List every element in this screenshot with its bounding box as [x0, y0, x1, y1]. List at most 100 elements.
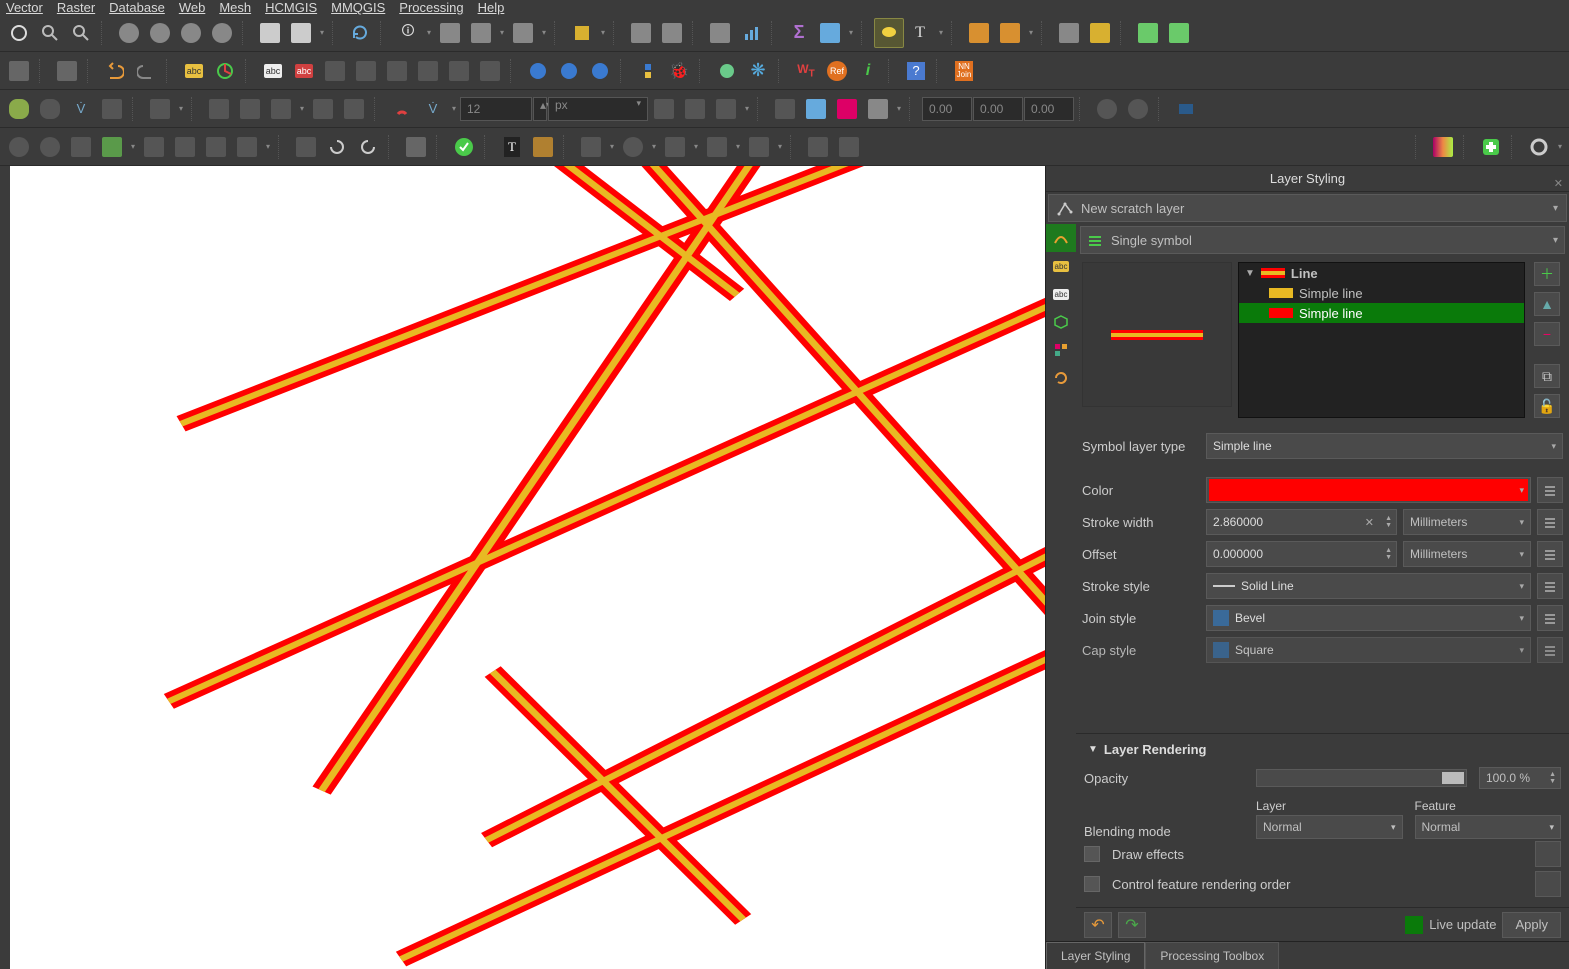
new-3d-icon[interactable]	[286, 18, 316, 48]
diagrams-tab-icon[interactable]	[1046, 336, 1076, 364]
snap-distance-input[interactable]	[460, 97, 532, 121]
r4-icon[interactable]	[97, 132, 127, 162]
tab-processing-toolbox[interactable]: Processing Toolbox	[1145, 942, 1279, 969]
data-defined-button[interactable]	[1537, 509, 1563, 535]
help-icon[interactable]: ?	[901, 56, 931, 86]
data-defined-button[interactable]	[1537, 477, 1563, 503]
r4-icon[interactable]	[803, 132, 833, 162]
menu-mmqgis[interactable]: MMQGIS	[331, 0, 385, 15]
opacity-slider[interactable]	[1256, 769, 1467, 787]
dropdown-icon[interactable]: ▾	[176, 104, 186, 113]
rotate-label-icon[interactable]	[413, 56, 443, 86]
dropdown-icon[interactable]: ▾	[424, 28, 434, 37]
tree-item-simple-line-1[interactable]: Simple line	[1239, 303, 1524, 323]
tab-layer-styling[interactable]: Layer Styling	[1046, 942, 1145, 969]
circle-tool-icon[interactable]	[1524, 132, 1554, 162]
dropdown-icon[interactable]: ▾	[317, 28, 327, 37]
cap-style-select[interactable]: Square▾	[1206, 637, 1531, 663]
add-symbol-layer-button[interactable]: ＋	[1534, 262, 1560, 286]
dropdown-icon[interactable]: ▾	[1026, 28, 1036, 37]
menu-web[interactable]: Web	[179, 0, 206, 15]
r4-icon[interactable]	[170, 132, 200, 162]
zoom-selection-icon[interactable]	[114, 18, 144, 48]
bookmark-show-icon[interactable]	[995, 18, 1025, 48]
zoom-next-icon[interactable]	[207, 18, 237, 48]
r4-icon[interactable]	[232, 132, 262, 162]
select-features-icon[interactable]	[466, 18, 496, 48]
temp-scratch-icon[interactable]	[1054, 18, 1084, 48]
coord-y-input[interactable]	[973, 97, 1023, 121]
paste-icon[interactable]	[52, 56, 82, 86]
dropdown-icon[interactable]: ▾	[1555, 142, 1565, 151]
plugin2-icon[interactable]: ❋	[743, 56, 773, 86]
arc-icon[interactable]	[576, 132, 606, 162]
topo2-icon[interactable]	[680, 94, 710, 124]
r4-icon[interactable]	[834, 132, 864, 162]
trace-icon[interactable]	[770, 94, 800, 124]
first-aid-icon[interactable]	[1476, 132, 1506, 162]
offset-unit-select[interactable]: Millimeters▾	[1403, 541, 1531, 567]
menu-processing[interactable]: Processing	[399, 0, 463, 15]
rotate-ccw-icon[interactable]	[322, 132, 352, 162]
text-t-icon[interactable]: T	[497, 132, 527, 162]
new-project-icon[interactable]	[4, 56, 34, 86]
dropdown-icon[interactable]: ▾	[846, 28, 856, 37]
color-picker[interactable]: ▾	[1206, 477, 1531, 503]
data-defined-button[interactable]	[1537, 637, 1563, 663]
wt-icon[interactable]: WT	[791, 56, 821, 86]
show-label-icon[interactable]	[351, 56, 381, 86]
dropdown-icon[interactable]: ▾	[263, 142, 273, 151]
field-calc-icon[interactable]	[657, 18, 687, 48]
zoom-out-icon[interactable]	[66, 18, 96, 48]
r4-icon[interactable]	[4, 132, 34, 162]
duplicate-button[interactable]: ⧉	[1534, 364, 1560, 388]
tree-root-line[interactable]: ▼ Line	[1239, 263, 1524, 283]
draw-effects-checkbox[interactable]	[1084, 846, 1100, 862]
debug-icon[interactable]: 🐞	[664, 56, 694, 86]
map-canvas[interactable]	[10, 166, 1045, 969]
label-red-icon[interactable]: abc	[289, 56, 319, 86]
bookmark-icon[interactable]	[964, 18, 994, 48]
python-icon[interactable]	[633, 56, 663, 86]
menu-mesh[interactable]: Mesh	[219, 0, 251, 15]
label-white-icon[interactable]: abc	[258, 56, 288, 86]
dropdown-icon[interactable]: ▾	[649, 142, 659, 151]
r4-icon[interactable]	[66, 132, 96, 162]
stroke-width-input[interactable]: 2.860000 ✕ ▲▼	[1206, 509, 1397, 535]
label-toolbar-icon[interactable]	[1133, 18, 1163, 48]
text-annotation-icon[interactable]: T	[905, 18, 935, 48]
r4-icon[interactable]	[528, 132, 558, 162]
3d-tab-icon[interactable]	[1046, 308, 1076, 336]
edit-icon[interactable]	[145, 94, 175, 124]
draw-icon[interactable]	[1085, 18, 1115, 48]
circle-icon[interactable]	[618, 132, 648, 162]
control-order-checkbox[interactable]	[1084, 876, 1100, 892]
history-tab-icon[interactable]	[1046, 364, 1076, 392]
rotate-cw-icon[interactable]	[353, 132, 383, 162]
coord-x-input[interactable]	[922, 97, 972, 121]
ellipse-icon[interactable]	[660, 132, 690, 162]
dropdown-icon[interactable]: ▾	[497, 28, 507, 37]
dropdown-icon[interactable]: ▾	[936, 28, 946, 37]
rect-icon[interactable]	[702, 132, 732, 162]
attributes-icon[interactable]	[626, 18, 656, 48]
map-tips-icon[interactable]	[874, 18, 904, 48]
menu-raster[interactable]: Raster	[57, 0, 95, 15]
digitize-icon[interactable]	[4, 94, 34, 124]
raster-histogram-icon[interactable]	[1428, 132, 1458, 162]
change-label-icon[interactable]	[444, 56, 474, 86]
web-add-icon[interactable]	[554, 56, 584, 86]
cad-icon[interactable]	[801, 94, 831, 124]
reshape-icon[interactable]	[339, 94, 369, 124]
order-config-button[interactable]	[1535, 871, 1561, 897]
copy-move-icon[interactable]	[235, 94, 265, 124]
lock-button[interactable]: 🔓	[1534, 394, 1560, 418]
renderer-type-select[interactable]: Single symbol ▾	[1080, 226, 1565, 254]
shape2-icon[interactable]	[1123, 94, 1153, 124]
offset-input[interactable]: 0.000000 ▲▼	[1206, 541, 1397, 567]
shape1-icon[interactable]	[1092, 94, 1122, 124]
coord-z-input[interactable]	[1024, 97, 1074, 121]
label-props-icon[interactable]	[475, 56, 505, 86]
effects-config-button[interactable]	[1535, 841, 1561, 867]
move-up-button[interactable]: ▲	[1534, 292, 1560, 316]
